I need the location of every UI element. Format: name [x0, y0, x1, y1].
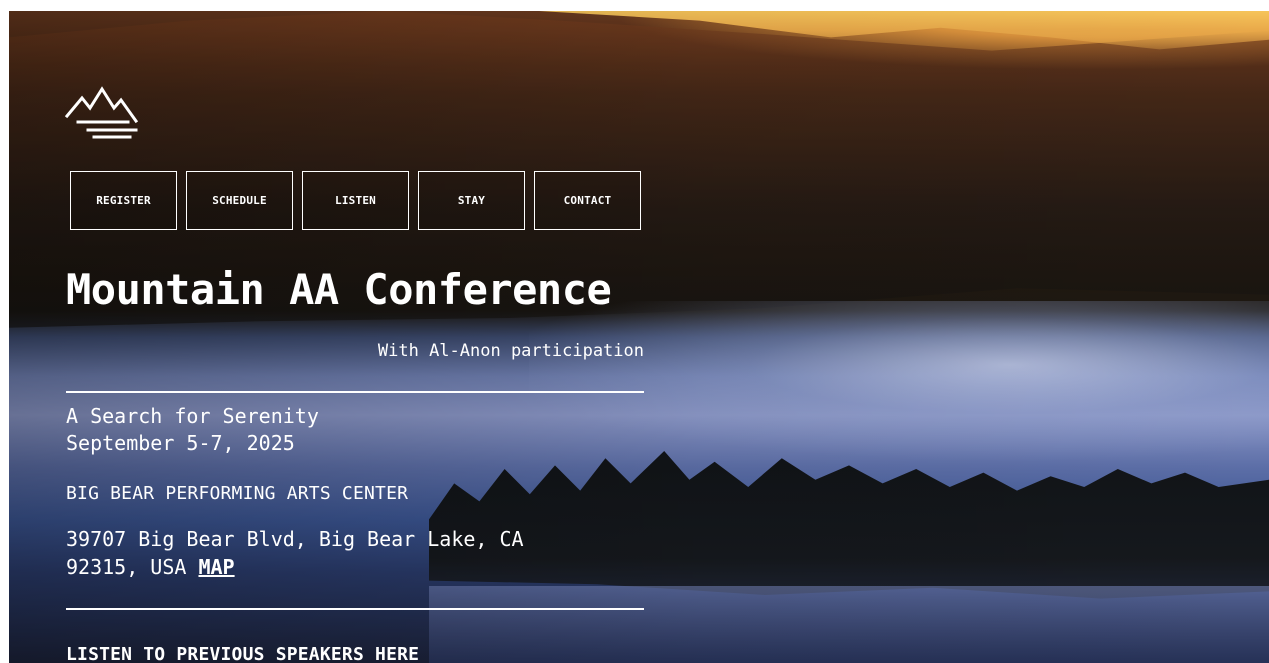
- page-title: Mountain AA Conference: [66, 265, 612, 314]
- nav-register-button[interactable]: REGISTER: [70, 171, 177, 230]
- listen-previous-speakers-link[interactable]: LISTEN TO PREVIOUS SPEAKERS HERE: [66, 643, 419, 663]
- nav-listen-button[interactable]: LISTEN: [302, 171, 409, 230]
- conference-dates: September 5-7, 2025: [66, 431, 295, 455]
- divider-bottom: [66, 608, 644, 610]
- nav-contact-button[interactable]: CONTACT: [534, 171, 641, 230]
- address-text: 39707 Big Bear Blvd, Big Bear Lake, CA 9…: [66, 527, 524, 579]
- main-nav: REGISTER SCHEDULE LISTEN STAY CONTACT: [70, 171, 641, 230]
- nav-schedule-button[interactable]: SCHEDULE: [186, 171, 293, 230]
- mountain-logo-icon[interactable]: [64, 86, 140, 142]
- conference-theme: A Search for Serenity: [66, 404, 319, 428]
- nav-stay-button[interactable]: STAY: [418, 171, 525, 230]
- venue-name: BIG BEAR PERFORMING ARTS CENTER: [66, 483, 409, 504]
- divider-top: [66, 391, 644, 393]
- page-subtitle: With Al-Anon participation: [377, 341, 644, 361]
- venue-address: 39707 Big Bear Blvd, Big Bear Lake, CA 9…: [66, 525, 606, 581]
- map-link[interactable]: MAP: [198, 555, 234, 579]
